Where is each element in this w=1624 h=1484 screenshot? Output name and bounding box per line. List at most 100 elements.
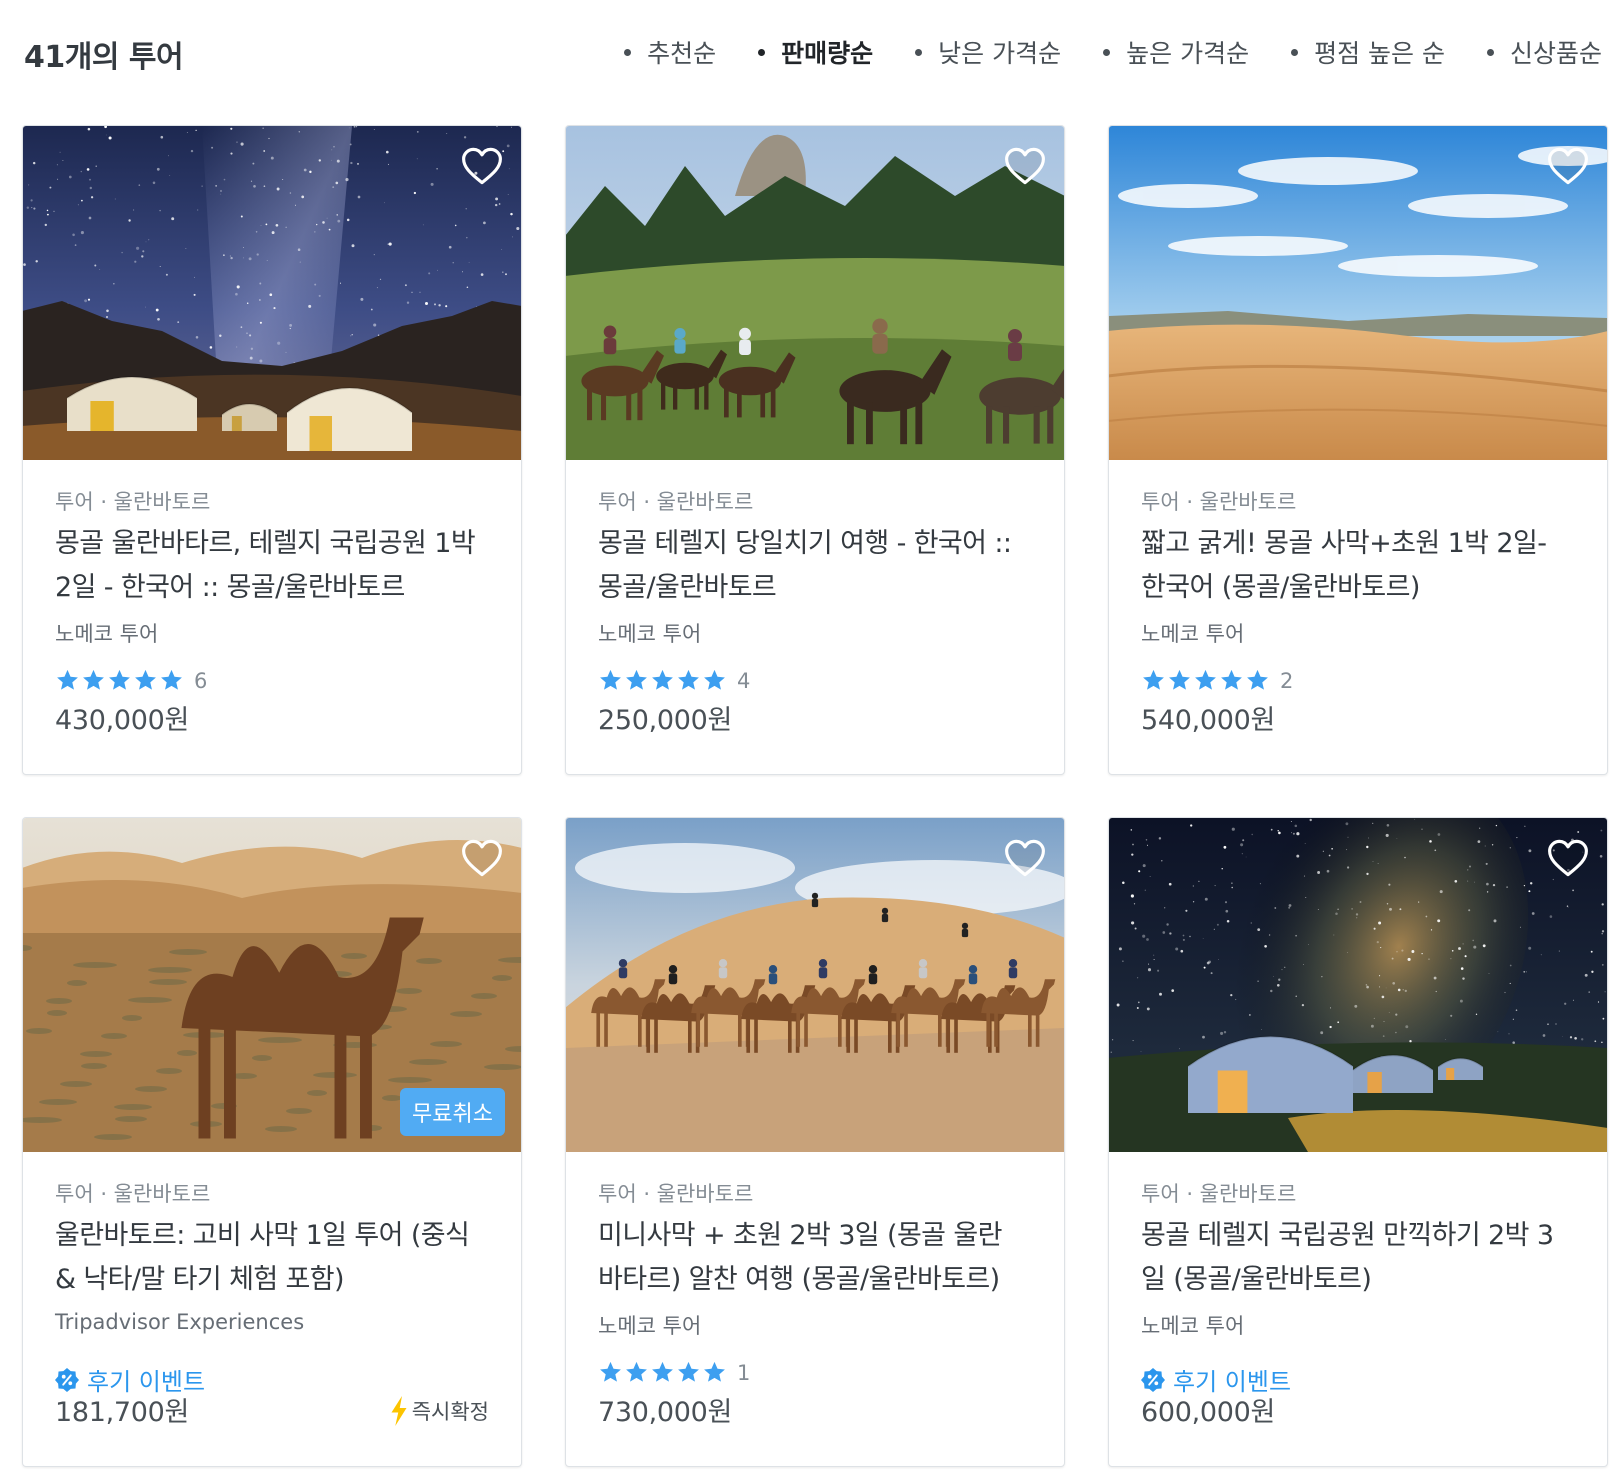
tour-price: 540,000원 xyxy=(1141,705,1276,736)
tour-card[interactable]: 투어 · 울란바토르 짧고 굵게! 몽골 사막+초원 1박 2일- 한국어 (몽… xyxy=(1108,125,1608,775)
tour-title[interactable]: 짧고 굵게! 몽골 사막+초원 1박 2일- 한국어 (몽골/울란바토르) xyxy=(1141,522,1575,610)
sort-option[interactable]: 추천순 xyxy=(624,34,716,70)
tour-thumbnail[interactable] xyxy=(23,126,521,460)
sort-option-label: 평점 높은 순 xyxy=(1314,39,1445,68)
sort-option-label: 추천순 xyxy=(647,39,717,68)
bullet-dot-icon xyxy=(915,48,923,56)
result-count: 41개의 투어 xyxy=(24,40,184,75)
tour-photo xyxy=(23,126,521,460)
sort-option[interactable]: 높은 가격순 xyxy=(1103,34,1249,70)
tour-card-body: 투어 · 울란바토르 몽골 테렐지 국립공원 만끽하기 2박 3 일 (몽골/울… xyxy=(1141,1152,1575,1466)
tour-title[interactable]: 몽골 테렐지 당일치기 여행 - 한국어 :: 몽골/울란바토르 xyxy=(598,522,1032,610)
tour-title[interactable]: 울란바토르: 고비 사막 1일 투어 (중식 & 낙타/말 타기 체험 포함) xyxy=(55,1214,489,1302)
tour-card[interactable]: 투어 · 울란바토르 몽골 테렐지 국립공원 만끽하기 2박 3 일 (몽골/울… xyxy=(1108,817,1608,1467)
sort-option[interactable]: 신상품순 xyxy=(1486,34,1602,70)
tour-card-body: 투어 · 울란바토르 짧고 굵게! 몽골 사막+초원 1박 2일- 한국어 (몽… xyxy=(1141,460,1575,774)
star-icon xyxy=(600,669,621,690)
bullet-dot-icon xyxy=(1486,48,1494,56)
heart-outline-icon[interactable] xyxy=(461,146,503,186)
sort-option-label: 신상품순 xyxy=(1509,39,1602,68)
star-icon xyxy=(109,669,130,690)
star-rating xyxy=(598,1360,727,1385)
star-icon xyxy=(57,669,78,690)
star-icon xyxy=(704,669,725,690)
bullet-dot-icon xyxy=(624,48,632,56)
sort-options: 추천순 판매량순 낮은 가격순 높은 가격순 평점 높은 순 신상품순 xyxy=(582,34,1602,70)
review-count: 6 xyxy=(194,668,208,693)
sort-option[interactable]: 평점 높은 순 xyxy=(1291,34,1445,70)
tour-card[interactable]: 투어 · 울란바토르 미니사막 + 초원 2박 3일 (몽골 울란 바타르) 알… xyxy=(565,817,1065,1467)
tour-thumbnail[interactable] xyxy=(1109,126,1607,460)
tour-photo xyxy=(1109,818,1607,1152)
sort-option-label: 판매량순 xyxy=(781,39,874,68)
heart-outline-icon[interactable] xyxy=(1004,146,1046,186)
star-icon xyxy=(626,669,647,690)
tour-price: 250,000원 xyxy=(598,705,733,736)
tour-price: 730,000원 xyxy=(598,1397,733,1428)
star-icon xyxy=(600,1361,621,1382)
discount-badge-icon xyxy=(55,1367,79,1392)
tour-title[interactable]: 몽골 울란바타르, 테렐지 국립공원 1박 2일 - 한국어 :: 몽골/울란바… xyxy=(55,522,489,610)
bullet-dot-icon xyxy=(1291,48,1299,56)
star-icon xyxy=(678,1361,699,1382)
review-count: 1 xyxy=(737,1360,751,1385)
tour-category: 투어 · 울란바토르 xyxy=(598,1182,754,1206)
tour-provider: 노메코 투어 xyxy=(598,1314,702,1338)
tour-thumbnail[interactable] xyxy=(566,818,1064,1152)
tour-category: 투어 · 울란바토르 xyxy=(55,490,211,514)
star-rating xyxy=(1141,668,1270,693)
star-icon xyxy=(704,1361,725,1382)
tour-card[interactable]: 투어 · 울란바토르 몽골 테렐지 당일치기 여행 - 한국어 :: 몽골/울란… xyxy=(565,125,1065,775)
star-icon xyxy=(626,1361,647,1382)
rating: 6 xyxy=(55,668,207,693)
heart-outline-icon[interactable] xyxy=(1547,146,1589,186)
tour-thumbnail[interactable] xyxy=(566,126,1064,460)
star-icon xyxy=(1247,669,1268,690)
tour-provider: 노메코 투어 xyxy=(55,622,159,646)
tour-photo xyxy=(566,126,1064,460)
sort-option[interactable]: 낮은 가격순 xyxy=(915,34,1061,70)
star-icon xyxy=(652,1361,673,1382)
tour-thumbnail[interactable]: 무료취소 xyxy=(23,818,521,1152)
tour-provider: 노메코 투어 xyxy=(1141,622,1245,646)
star-icon xyxy=(1221,669,1242,690)
star-rating xyxy=(55,668,184,693)
tour-photo xyxy=(1109,126,1607,460)
tour-card[interactable]: 투어 · 울란바토르 몽골 울란바타르, 테렐지 국립공원 1박 2일 - 한국… xyxy=(22,125,522,775)
review-event-badge[interactable]: 후기 이벤트 xyxy=(55,1362,205,1397)
tour-grid: 투어 · 울란바토르 몽골 울란바타르, 테렐지 국립공원 1박 2일 - 한국… xyxy=(22,125,1608,1467)
review-count: 2 xyxy=(1280,668,1294,693)
list-header: 41개의 투어 추천순 판매량순 낮은 가격순 높은 가격순 평점 높은 순 신상품순 xyxy=(24,30,1602,75)
tour-provider: 노메코 투어 xyxy=(598,622,702,646)
tour-thumbnail[interactable] xyxy=(1109,818,1607,1152)
tour-card[interactable]: 무료취소 투어 · 울란바토르 울란바토르: 고비 사막 1일 투어 (중식 &… xyxy=(22,817,522,1467)
heart-outline-icon[interactable] xyxy=(461,838,503,878)
heart-outline-icon[interactable] xyxy=(1547,838,1589,878)
tour-category: 투어 · 울란바토르 xyxy=(1141,1182,1297,1206)
star-icon xyxy=(135,669,156,690)
review-event-badge[interactable]: 후기 이벤트 xyxy=(1141,1362,1291,1397)
rating: 2 xyxy=(1141,668,1293,693)
tour-card-body: 투어 · 울란바토르 몽골 테렐지 당일치기 여행 - 한국어 :: 몽골/울란… xyxy=(598,460,1032,774)
tour-category: 투어 · 울란바토르 xyxy=(55,1182,211,1206)
sort-option[interactable]: 판매량순 xyxy=(758,34,873,70)
sort-option-label: 높은 가격순 xyxy=(1126,39,1250,68)
review-count: 4 xyxy=(737,668,751,693)
review-event-label: 후기 이벤트 xyxy=(87,1368,206,1396)
tour-price: 430,000원 xyxy=(55,705,190,736)
heart-outline-icon[interactable] xyxy=(1004,838,1046,878)
review-event-label: 후기 이벤트 xyxy=(1173,1368,1292,1396)
tour-title[interactable]: 미니사막 + 초원 2박 3일 (몽골 울란 바타르) 알찬 여행 (몽골/울란… xyxy=(598,1214,1032,1302)
sort-option-label: 낮은 가격순 xyxy=(938,39,1062,68)
star-icon xyxy=(161,669,182,690)
tour-title[interactable]: 몽골 테렐지 국립공원 만끽하기 2박 3 일 (몽골/울란바토르) xyxy=(1141,1214,1575,1302)
tour-card-body: 투어 · 울란바토르 미니사막 + 초원 2박 3일 (몽골 울란 바타르) 알… xyxy=(598,1152,1032,1466)
star-icon xyxy=(652,669,673,690)
star-icon xyxy=(1169,669,1190,690)
instant-confirm: 즉시확정 xyxy=(390,1396,489,1426)
free-cancel-badge: 무료취소 xyxy=(400,1088,505,1136)
bullet-dot-icon xyxy=(1103,48,1111,56)
star-icon xyxy=(678,669,699,690)
star-rating xyxy=(598,668,727,693)
tour-card-body: 투어 · 울란바토르 몽골 울란바타르, 테렐지 국립공원 1박 2일 - 한국… xyxy=(55,460,489,774)
